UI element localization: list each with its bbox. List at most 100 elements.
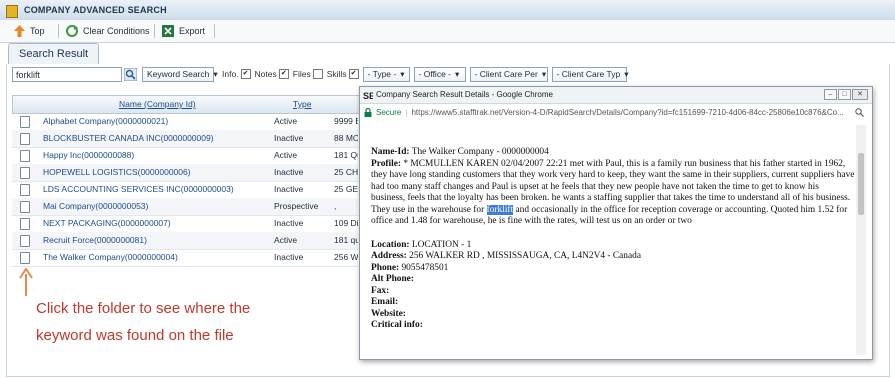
document-icon[interactable] <box>20 218 30 230</box>
toolbar: Top Clear Conditions Export <box>0 20 895 43</box>
document-icon[interactable] <box>20 201 30 213</box>
clear-conditions-label: Clear Conditions <box>83 25 150 36</box>
company-address-cell: 256 W <box>334 252 358 262</box>
table-row[interactable]: HOPEWELL LOGISTICS(0000000006) Inactive 25… <box>12 164 358 182</box>
table-row[interactable]: The Walker Company(0000000004) Inactive 25… <box>12 249 358 267</box>
company-type-cell: Active <box>274 116 298 126</box>
popup-scrollbar-thumb[interactable] <box>858 153 864 215</box>
location-line: Location: LOCATION - 1 <box>371 240 855 252</box>
location-label: Location: <box>371 239 410 250</box>
annotation-arrow-icon <box>19 268 33 296</box>
document-icon[interactable] <box>20 116 30 128</box>
annotation-line-2: keyword was found on the file <box>36 327 234 344</box>
lock-icon <box>364 108 372 117</box>
company-name-cell[interactable]: Alphabet Company(0000000021) <box>43 113 268 130</box>
table-row[interactable]: BLOCKBUSTER CANADA INC(0000000009) Inacti… <box>12 130 358 148</box>
company-type-cell: Active <box>274 150 298 160</box>
keyword-search-input[interactable]: forklift <box>12 66 122 82</box>
excel-icon <box>162 24 174 37</box>
table-row[interactable]: Alphabet Company(0000000021) Active 9999 E <box>12 113 358 131</box>
tab-search-result[interactable]: Search Result <box>8 43 100 65</box>
company-name-cell[interactable]: The Walker Company(0000000004) <box>43 249 268 266</box>
alt-phone-label: Alt Phone: <box>371 274 414 284</box>
search-button[interactable] <box>122 67 138 82</box>
address-bar[interactable]: Secure | https://www5.stafftrak.net/Vers… <box>364 105 868 120</box>
notes-checkbox[interactable]: Notes ✔ <box>255 69 289 79</box>
chevron-down-icon: ▾ <box>455 69 460 79</box>
name-id-value: The Walker Company - 0000000004 <box>411 147 549 157</box>
skills-checkbox[interactable]: Skills ✔ <box>327 69 359 79</box>
search-mode-select[interactable]: Keyword Search ▾ <box>142 66 218 82</box>
files-checkbox[interactable]: Files <box>293 69 323 79</box>
company-name-cell[interactable]: HOPEWELL LOGISTICS(0000000006) <box>43 164 268 181</box>
table-row[interactable]: NEXT PACKAGING(0000000007) Inactive 109 Di <box>12 215 358 233</box>
chevron-down-icon: ▾ <box>213 69 218 79</box>
skills-label: Skills <box>326 69 347 79</box>
table-row[interactable]: Happy Inc(0000000088) Active 181 Qu <box>12 147 358 165</box>
name-id-label: Name-Id: <box>371 147 410 157</box>
phone-line: Phone: 9055478501 <box>371 263 855 275</box>
minimize-button[interactable]: – <box>824 89 837 100</box>
type-select[interactable]: - Type - ▾ <box>362 66 410 82</box>
secure-label: Secure <box>376 108 402 117</box>
client-care-typ-select[interactable]: - Client Care Typ ▾ <box>551 66 629 82</box>
critical-info-label: Critical info: <box>371 320 423 330</box>
popup-title-bar: SE Company Search Result Details - Googl… <box>360 87 872 104</box>
company-name-cell[interactable]: NEXT PACKAGING(0000000007) <box>43 215 268 232</box>
top-button[interactable]: Top <box>14 23 45 38</box>
website-label: Website: <box>371 308 406 319</box>
popup-title: Company Search Result Details - Google C… <box>376 90 553 99</box>
checkbox-unchecked-icon <box>312 69 323 79</box>
table-row[interactable]: LDS ACCOUNTING SERVICES INC(0000000003) I… <box>12 181 358 199</box>
info-checkbox[interactable]: Info. ✔ <box>222 69 251 79</box>
table-row[interactable]: Recruit Force(0000000081) Active 181 qu <box>12 232 358 250</box>
table-header: Name (Company Id) Type <box>12 95 360 114</box>
company-address-cell: , <box>334 201 337 211</box>
company-type-cell: Inactive <box>274 167 304 177</box>
client-care-per-select[interactable]: - Client Care Per ▾ <box>469 66 548 82</box>
document-icon[interactable] <box>20 235 30 247</box>
type-select-value: - Type - <box>367 69 397 79</box>
column-header-name[interactable]: Name (Company Id) <box>119 96 259 113</box>
close-button[interactable]: ✕ <box>852 89 868 100</box>
maximize-button[interactable]: □ <box>838 89 851 100</box>
fax-line: Fax: <box>371 286 855 298</box>
office-select-value: - Office - <box>418 69 451 79</box>
document-icon[interactable] <box>20 184 30 196</box>
company-name-cell[interactable]: Recruit Force(0000000081) <box>43 232 268 249</box>
company-name-cell[interactable]: LDS ACCOUNTING SERVICES INC(0000000003) <box>43 181 268 198</box>
company-name-cell[interactable]: Happy Inc(0000000088) <box>43 147 268 164</box>
company-address-cell: 109 Di <box>334 218 358 228</box>
search-mode-value: Keyword Search <box>147 69 210 79</box>
office-select[interactable]: - Office - ▾ <box>413 66 466 82</box>
toolbar-divider <box>58 24 59 38</box>
app-title-bar: COMPANY ADVANCED SEARCH <box>0 0 895 21</box>
chevron-down-icon: ▾ <box>541 69 547 79</box>
zoom-icon[interactable] <box>855 108 864 117</box>
toolbar-divider <box>214 24 215 38</box>
notes-label: Notes <box>254 69 277 79</box>
document-icon[interactable] <box>20 133 30 145</box>
document-icon[interactable] <box>20 150 30 162</box>
search-icon <box>123 67 137 81</box>
company-type-cell: Inactive <box>274 133 304 143</box>
folder-icon <box>6 5 18 18</box>
column-header-type[interactable]: Type <box>293 96 333 113</box>
company-name-cell[interactable]: BLOCKBUSTER CANADA INC(0000000009) <box>43 130 268 147</box>
critical-info-line: Critical info: <box>371 320 855 332</box>
chevron-down-icon: ▾ <box>624 69 629 79</box>
phone-label: Phone: <box>371 262 400 273</box>
name-id-line: Name-Id: The Walker Company - 0000000004 <box>371 147 855 159</box>
document-icon[interactable] <box>20 167 30 179</box>
details-content: Name-Id: The Walker Company - 0000000004… <box>371 147 855 332</box>
filter-bar: forklift Keyword Search ▾ Info. ✔ Notes ✔ F… <box>12 66 629 82</box>
table-row[interactable]: Mai Company(0000000053) Prospective, <box>12 198 358 216</box>
details-popup-window: SE Company Search Result Details - Googl… <box>359 86 873 360</box>
tab-strip <box>6 43 888 65</box>
email-line: Email: <box>371 297 855 309</box>
document-icon[interactable] <box>20 252 30 264</box>
clear-conditions-button[interactable]: Clear Conditions <box>66 23 150 38</box>
export-button[interactable]: Export <box>162 23 205 38</box>
export-label: Export <box>179 25 206 36</box>
company-name-cell[interactable]: Mai Company(0000000053) <box>43 198 268 215</box>
